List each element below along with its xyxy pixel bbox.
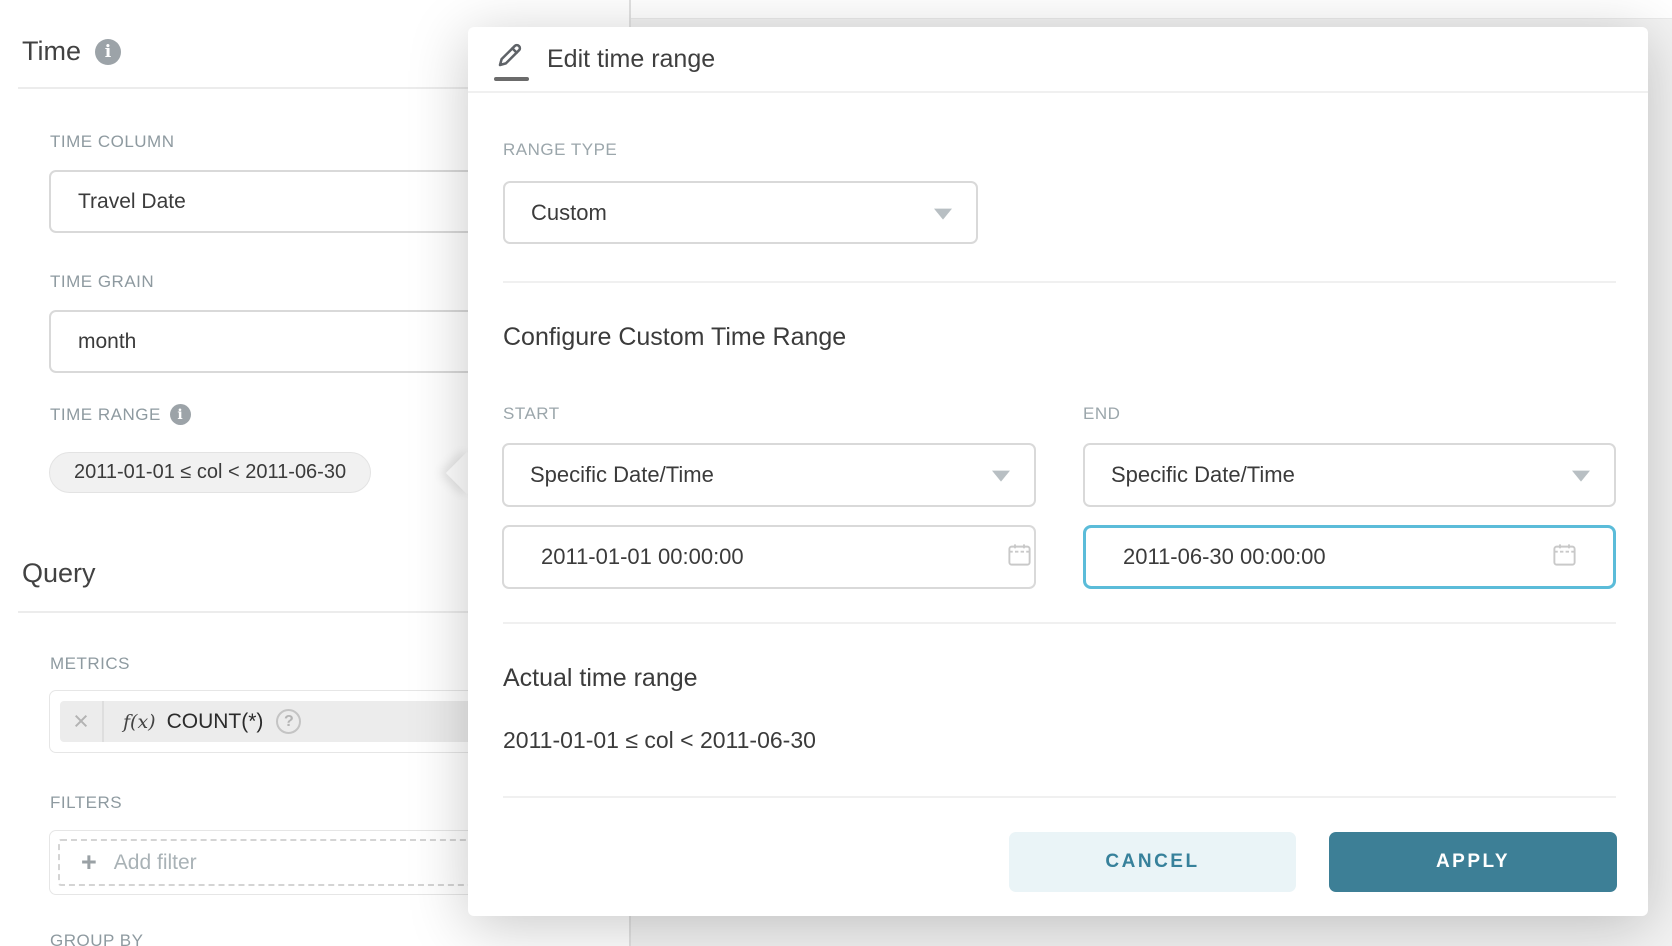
chevron-down-icon bbox=[992, 471, 1010, 482]
actual-range-value: 2011-01-01 ≤ col < 2011-06-30 bbox=[503, 727, 816, 754]
group-by-label: GROUP BY bbox=[50, 931, 143, 946]
popover-title: Edit time range bbox=[547, 45, 715, 74]
metrics-label-text: METRICS bbox=[50, 654, 130, 674]
info-icon[interactable]: i bbox=[95, 39, 121, 65]
end-mode-value: Specific Date/Time bbox=[1111, 462, 1295, 488]
start-mode-value: Specific Date/Time bbox=[530, 462, 714, 488]
section-divider bbox=[503, 622, 1616, 624]
edit-icon bbox=[494, 39, 530, 83]
time-range-pill-text: 2011-01-01 ≤ col < 2011-06-30 bbox=[74, 461, 346, 484]
time-range-label-text: TIME RANGE bbox=[50, 405, 161, 425]
header-divider bbox=[468, 91, 1648, 93]
range-type-select[interactable]: Custom bbox=[503, 181, 978, 244]
end-datetime-input[interactable] bbox=[1083, 525, 1616, 589]
edit-icon-underline bbox=[494, 77, 529, 81]
time-section-title-text: Time bbox=[22, 36, 81, 67]
actual-range-heading: Actual time range bbox=[503, 664, 698, 693]
start-datetime-input[interactable] bbox=[502, 525, 1036, 589]
range-type-value: Custom bbox=[531, 200, 607, 226]
info-icon[interactable]: i bbox=[170, 404, 191, 425]
fx-icon: f(x) bbox=[123, 711, 156, 733]
add-filter-text: Add filter bbox=[114, 851, 197, 875]
chevron-down-icon bbox=[934, 208, 952, 219]
range-type-label: RANGE TYPE bbox=[503, 140, 617, 160]
time-column-label-text: TIME COLUMN bbox=[50, 132, 175, 152]
group-by-label-text: GROUP BY bbox=[50, 931, 143, 946]
time-grain-value: month bbox=[78, 330, 136, 354]
time-section-title: Time i bbox=[22, 36, 121, 67]
time-range-label: TIME RANGE i bbox=[50, 404, 191, 425]
help-icon[interactable]: ? bbox=[276, 709, 301, 734]
start-mode-select[interactable]: Specific Date/Time bbox=[502, 443, 1036, 507]
filters-label-text: FILTERS bbox=[50, 793, 122, 813]
filters-label: FILTERS bbox=[50, 793, 122, 813]
end-mode-select[interactable]: Specific Date/Time bbox=[1083, 443, 1616, 507]
time-column-label: TIME COLUMN bbox=[50, 132, 175, 152]
plus-icon: + bbox=[81, 849, 97, 876]
configure-heading: Configure Custom Time Range bbox=[503, 323, 846, 352]
time-column-value: Travel Date bbox=[78, 190, 186, 214]
query-section-title-text: Query bbox=[22, 558, 96, 589]
remove-metric-icon[interactable]: × bbox=[60, 701, 104, 742]
time-grain-label-text: TIME GRAIN bbox=[50, 272, 154, 292]
time-range-pill[interactable]: 2011-01-01 ≤ col < 2011-06-30 bbox=[49, 452, 371, 493]
start-label: START bbox=[503, 404, 560, 424]
chevron-down-icon bbox=[1572, 471, 1590, 482]
footer-divider bbox=[503, 796, 1616, 798]
metrics-label: METRICS bbox=[50, 654, 130, 674]
end-label: END bbox=[1083, 404, 1120, 424]
apply-button[interactable]: APPLY bbox=[1329, 832, 1617, 892]
cancel-button[interactable]: CANCEL bbox=[1009, 832, 1296, 892]
metric-expression: COUNT(*) bbox=[167, 710, 264, 734]
section-divider bbox=[503, 281, 1616, 283]
time-grain-label: TIME GRAIN bbox=[50, 272, 154, 292]
query-section-title: Query bbox=[22, 558, 96, 589]
explore-page: Time i TIME COLUMN Travel Date TIME GRAI… bbox=[0, 0, 1672, 946]
edit-time-range-popover: Edit time range RANGE TYPE Custom Config… bbox=[468, 27, 1648, 916]
